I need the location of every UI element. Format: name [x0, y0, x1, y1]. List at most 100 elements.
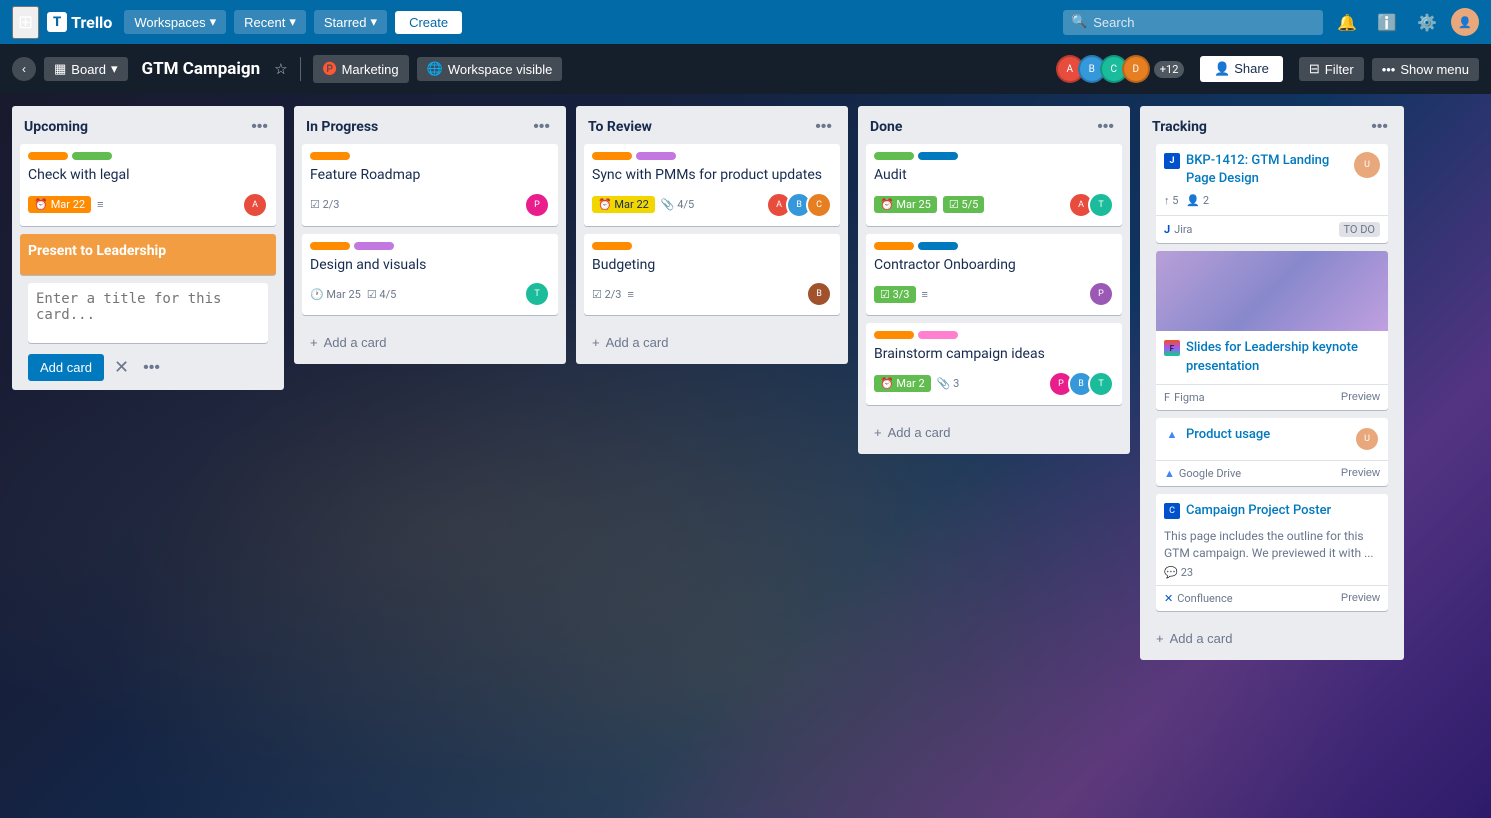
- show-menu-button[interactable]: ••• Show menu: [1372, 58, 1479, 81]
- settings-icon[interactable]: ⚙️: [1411, 9, 1443, 36]
- card-title-design-visuals: Design and visuals: [310, 256, 550, 276]
- label-orange: [310, 242, 350, 250]
- card-badges: ⏰ Mar 22 📎 4/5: [592, 196, 694, 213]
- label-pink: [918, 331, 958, 339]
- card-avatars: A B C: [766, 192, 832, 218]
- member-count[interactable]: +12: [1154, 61, 1185, 78]
- board-main: Upcoming ••• Check with legal ⏰ Mar 22: [0, 94, 1491, 818]
- card-title-contractor: Contractor Onboarding: [874, 256, 1114, 276]
- comment-icon: 💬: [1164, 566, 1178, 579]
- new-card-input[interactable]: [28, 283, 268, 343]
- card-budgeting[interactable]: Budgeting ☑ 2/3 ≡ B: [584, 234, 840, 316]
- attachment-badge: 📎 3: [937, 377, 960, 390]
- share-button[interactable]: 👤 Share: [1200, 56, 1283, 82]
- list-menu-button-upcoming[interactable]: •••: [247, 116, 272, 138]
- workspace-button[interactable]: 🅟 Marketing: [313, 55, 409, 83]
- card-title-feature-roadmap: Feature Roadmap: [310, 166, 550, 186]
- list-done: Done ••• Audit ⏰ Mar 25 ☑ 5/5: [858, 106, 1130, 454]
- recent-button[interactable]: Recent ▾: [234, 10, 306, 34]
- add-card-button-in-progress[interactable]: + Add a card: [302, 329, 558, 356]
- card-present-leadership[interactable]: Present to Leadership: [20, 234, 276, 276]
- jira-icon: J: [1164, 153, 1180, 169]
- source-name-jira: J Jira: [1164, 223, 1192, 236]
- card-slides-leadership[interactable]: F Slides for Leadership keynote presenta…: [1156, 251, 1388, 409]
- user-avatar[interactable]: 👤: [1451, 8, 1479, 36]
- label-orange: [28, 152, 68, 160]
- description-badge: ≡: [628, 288, 634, 301]
- card-product-usage[interactable]: ▲ Product usage U ▲ Google Drive Preview: [1156, 418, 1388, 486]
- add-card-submit-button[interactable]: Add card: [28, 354, 104, 381]
- add-card-row-tracking: + Add a card: [1140, 619, 1404, 660]
- card-avatars: P B T: [1048, 371, 1114, 397]
- list-menu-button-tracking[interactable]: •••: [1367, 116, 1392, 138]
- checklist-badge: ☑ 5/5: [943, 196, 985, 213]
- card-campaign-poster[interactable]: C Campaign Project Poster This page incl…: [1156, 494, 1388, 611]
- list-menu-button-to-review[interactable]: •••: [811, 116, 836, 138]
- card-check-legal[interactable]: Check with legal ⏰ Mar 22 ≡ A: [20, 144, 276, 226]
- add-card-button-to-review[interactable]: + Add a card: [584, 329, 840, 356]
- card-avatar: A: [242, 192, 268, 218]
- member-avatar-4[interactable]: D: [1122, 55, 1150, 83]
- card-title-product-usage: Product usage: [1186, 426, 1354, 444]
- card-labels: [28, 152, 268, 160]
- card-title-bkp: BKP-1412: GTM Landing Page Design: [1186, 152, 1348, 188]
- list-menu-button-done[interactable]: •••: [1093, 116, 1118, 138]
- card-labels: [592, 152, 832, 160]
- card-description-poster: This page includes the outline for this …: [1156, 528, 1388, 566]
- card-bkp-1412[interactable]: J BKP-1412: GTM Landing Page Design U ↑ …: [1156, 144, 1388, 243]
- list-cards-tracking: J BKP-1412: GTM Landing Page Design U ↑ …: [1140, 144, 1404, 619]
- top-navigation: ⊞ T Trello Workspaces ▾ Recent ▾ Starred…: [0, 0, 1491, 44]
- card-feature-roadmap[interactable]: Feature Roadmap ☑ 2/3 P: [302, 144, 558, 226]
- card-sync-pmms[interactable]: Sync with PMMs for product updates ⏰ Mar…: [584, 144, 840, 226]
- tracking-card-content-poster: C Campaign Project Poster: [1156, 494, 1388, 528]
- starred-button[interactable]: Starred ▾: [314, 10, 387, 34]
- todo-badge: TO DO: [1339, 222, 1381, 237]
- card-title-check-legal: Check with legal: [28, 166, 268, 186]
- workspaces-button[interactable]: Workspaces ▾: [124, 10, 226, 34]
- lists-container: Upcoming ••• Check with legal ⏰ Mar 22: [0, 94, 1491, 818]
- card-badges: ☑ 3/3 ≡: [874, 286, 928, 303]
- list-header-upcoming: Upcoming •••: [12, 106, 284, 144]
- preview-button-slides[interactable]: Preview: [1341, 391, 1380, 403]
- card-avatar-bkp: U: [1354, 152, 1380, 178]
- figma-icon: F: [1164, 340, 1180, 356]
- plus-icon: +: [874, 425, 882, 440]
- chevron-down-icon: ▾: [371, 14, 378, 30]
- card-contractor-onboarding[interactable]: Contractor Onboarding ☑ 3/3 ≡ P: [866, 234, 1122, 316]
- card-comments-poster: 💬 23: [1156, 566, 1388, 585]
- notifications-icon[interactable]: 🔔: [1331, 9, 1363, 36]
- card-design-visuals[interactable]: Design and visuals 🕐 Mar 25 ☑ 4/5 T: [302, 234, 558, 316]
- list-tracking: Tracking ••• J BKP-1412: GTM Landing Pag…: [1140, 106, 1404, 660]
- info-icon[interactable]: ℹ️: [1371, 9, 1403, 36]
- preview-button-product[interactable]: Preview: [1341, 467, 1380, 479]
- add-card-button-tracking[interactable]: + Add a card: [1148, 625, 1396, 652]
- chevron-down-icon: ▾: [210, 14, 217, 30]
- preview-button-poster[interactable]: Preview: [1341, 592, 1380, 604]
- label-green: [874, 152, 914, 160]
- add-card-more-button[interactable]: •••: [139, 355, 164, 381]
- card-bottom: ⏰ Mar 22 📎 4/5 A B C: [592, 192, 832, 218]
- source-name-figma: F Figma: [1164, 391, 1205, 404]
- confluence-source-icon: ✕: [1164, 592, 1173, 605]
- visibility-button[interactable]: 🌐 Workspace visible: [417, 57, 563, 81]
- list-header-to-review: To Review •••: [576, 106, 848, 144]
- create-button[interactable]: Create: [395, 11, 462, 34]
- add-card-cancel-button[interactable]: ✕: [110, 353, 133, 382]
- card-avatar-3: T: [1088, 371, 1114, 397]
- filter-button[interactable]: ⊟ Filter: [1299, 57, 1364, 81]
- card-badges: 🕐 Mar 25 ☑ 4/5: [310, 288, 396, 301]
- grid-icon-button[interactable]: ⊞: [12, 6, 39, 39]
- board-type-button[interactable]: ▦ Board ▾: [44, 57, 128, 81]
- add-card-button-done[interactable]: + Add a card: [866, 419, 1122, 446]
- card-audit[interactable]: Audit ⏰ Mar 25 ☑ 5/5 A T: [866, 144, 1122, 226]
- card-labels: [874, 152, 1114, 160]
- list-menu-button-in-progress[interactable]: •••: [529, 116, 554, 138]
- card-brainstorm[interactable]: Brainstorm campaign ideas ⏰ Mar 2 📎 3 P …: [866, 323, 1122, 405]
- card-badges: ⏰ Mar 25 ☑ 5/5: [874, 196, 984, 213]
- sidebar-collapse-button[interactable]: ‹: [12, 57, 36, 81]
- search-input[interactable]: [1063, 10, 1323, 35]
- ellipsis-icon: •••: [1382, 62, 1396, 77]
- list-title-in-progress: In Progress: [306, 119, 378, 135]
- star-icon[interactable]: ☆: [274, 60, 287, 78]
- plus-icon: +: [1156, 631, 1164, 646]
